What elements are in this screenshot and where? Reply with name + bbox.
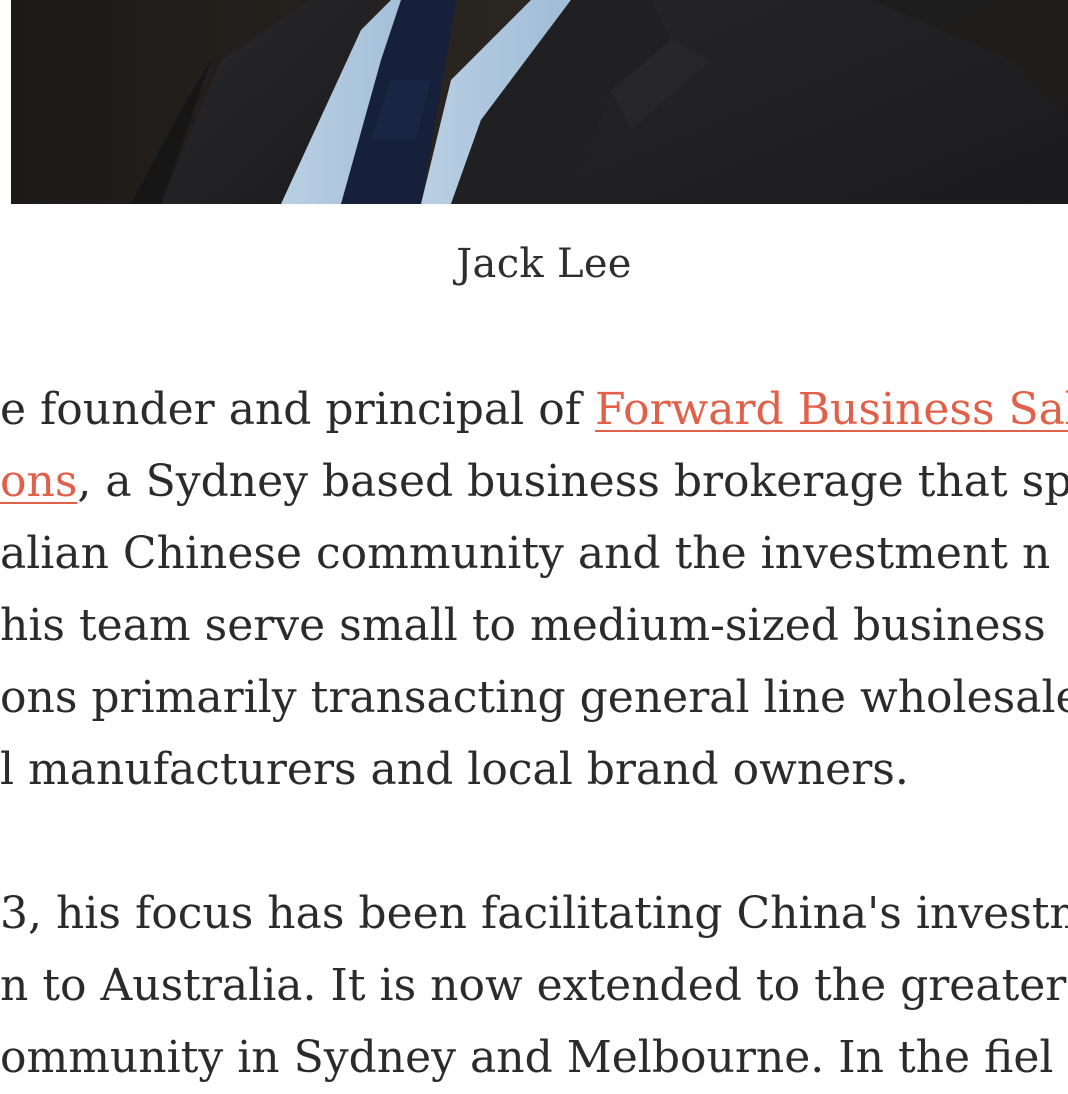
paragraph-line: ons primarily transacting general line w…: [0, 672, 1068, 723]
paragraph-line: ons, a Sydney based business brokerage t…: [0, 446, 1068, 518]
bio-paragraph-1: e founder and principal of Forward Busin…: [0, 374, 1068, 806]
portrait-photo: [11, 0, 1068, 204]
photo-caption: Jack Lee: [456, 241, 632, 287]
paragraph-line: l manufacturers and local brand owners.: [0, 744, 909, 795]
paragraph-text: , a Sydney based business brokerage that…: [77, 456, 1068, 507]
bio-paragraph-2: 3, his focus has been facilitating China…: [0, 878, 1068, 1094]
company-link[interactable]: Forward Business Sal: [595, 384, 1068, 435]
paragraph-text: e founder and principal of: [0, 384, 595, 435]
paragraph-line: alian Chinese community and the investme…: [0, 528, 1051, 579]
paragraph-line: 3, his focus has been facilitating China…: [0, 888, 1068, 939]
paragraph-line: e founder and principal of Forward Busin…: [0, 374, 1068, 446]
company-link-continued[interactable]: ons: [0, 456, 77, 507]
paragraph-line: his team serve small to medium-sized bus…: [0, 600, 1046, 651]
paragraph-line: n to Australia. It is now extended to th…: [0, 960, 1068, 1011]
paragraph-line: ommunity in Sydney and Melbourne. In the…: [0, 1032, 1054, 1083]
